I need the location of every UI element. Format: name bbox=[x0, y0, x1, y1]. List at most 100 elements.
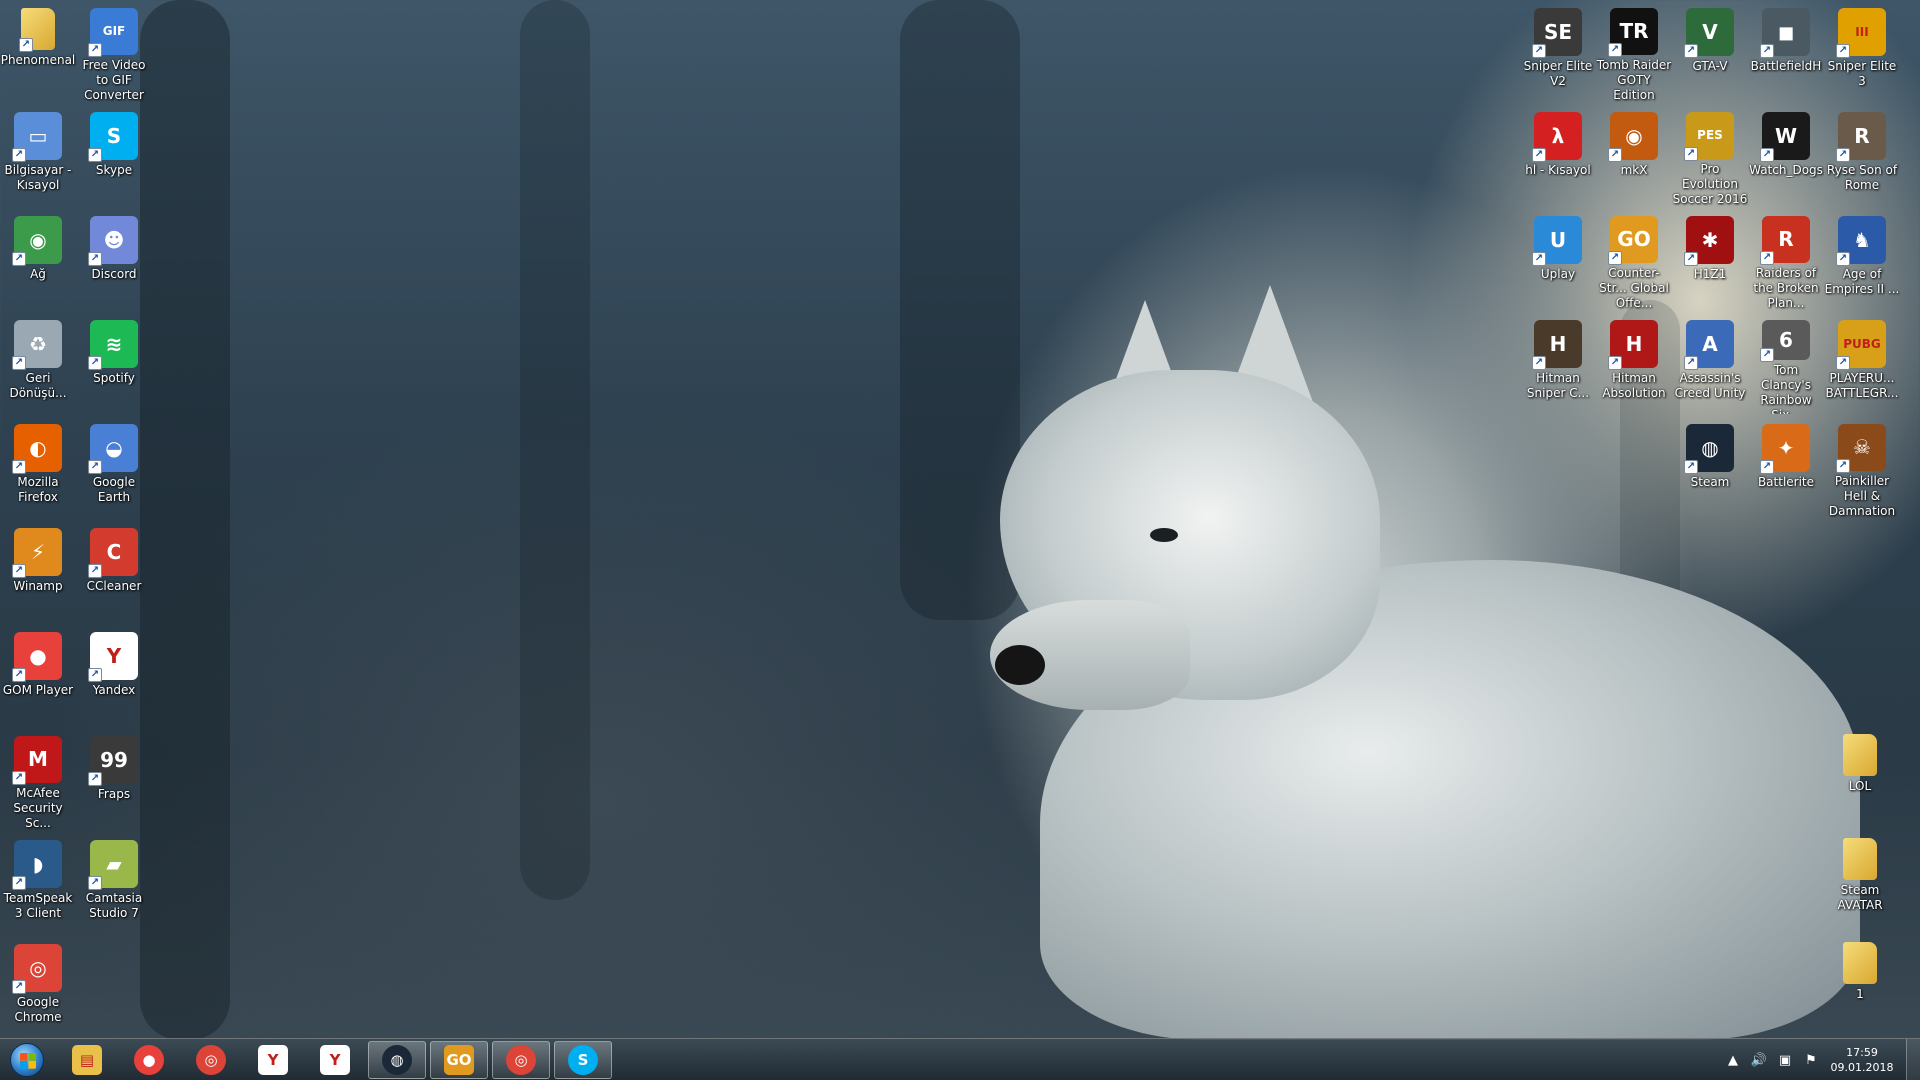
taskbar: ▤ ● ◎ Y Y ◍ GO ◎ S ▲ 🔊 ▣ ⚑ 17:59 09.01.2018 bbox=[0, 1038, 1920, 1080]
desktop-icon-age-of-empires[interactable]: ♞ ↗ Age of Empires II ... bbox=[1824, 210, 1900, 310]
desktop-icon-label: Geri Dönüşü... bbox=[9, 371, 67, 400]
desktop-icon-skype[interactable]: S ↗ Skype bbox=[76, 106, 152, 206]
desktop-icon-mortal-kombat-x[interactable]: ◉ ↗ mkX bbox=[1596, 106, 1672, 206]
desktop-icon-gta-v[interactable]: V ↗ GTA-V bbox=[1672, 2, 1748, 102]
desktop-icon-battlefield-hardline[interactable]: ◼ ↗ BattlefieldH bbox=[1748, 2, 1824, 102]
volume-icon[interactable]: 🔊 bbox=[1750, 1051, 1768, 1069]
desktop-icon-yandex[interactable]: Y ↗ Yandex bbox=[76, 626, 152, 726]
sniper-elite-3-icon: III ↗ bbox=[1836, 8, 1886, 58]
folder-icon: ↗ bbox=[19, 8, 55, 52]
taskbar-button-explorer[interactable]: ▤ bbox=[58, 1041, 116, 1079]
desktop-icon-discord[interactable]: ☻ ↗ Discord bbox=[76, 210, 152, 310]
shortcut-arrow-icon: ↗ bbox=[88, 356, 102, 370]
desktop-icon-h1z1[interactable]: ✱ ↗ H1Z1 bbox=[1672, 210, 1748, 310]
desktop-icon-spotify[interactable]: ≋ ↗ Spotify bbox=[76, 314, 152, 414]
desktop-icon-assassins-creed[interactable]: A ↗ Assassin's Creed Unity bbox=[1672, 314, 1748, 414]
desktop-icon-watch-dogs[interactable]: W ↗ Watch_Dogs bbox=[1748, 106, 1824, 206]
shortcut-arrow-icon: ↗ bbox=[88, 772, 102, 786]
desktop-icon-csgo[interactable]: GO ↗ Counter-Str... Global Offe... bbox=[1596, 210, 1672, 310]
hitman-absolution-icon: H ↗ bbox=[1608, 320, 1658, 370]
skype-icon: S bbox=[568, 1045, 598, 1075]
sniper-elite-v2-icon: SE ↗ bbox=[1532, 8, 1582, 58]
desktop-icon-label: Steam bbox=[1690, 475, 1730, 489]
shortcut-arrow-icon: ↗ bbox=[1836, 356, 1850, 370]
desktop-icon-label: Bilgisayar - Kısayol bbox=[4, 163, 72, 192]
desktop-icon-chrome[interactable]: ◎ ↗ Google Chrome bbox=[0, 938, 76, 1038]
taskbar-button-gom-player[interactable]: ● bbox=[120, 1041, 178, 1079]
desktop-icon-pubg[interactable]: PUBG ↗ PLAYERU... BATTLEGR... bbox=[1824, 314, 1900, 414]
desktop-icon-tomb-raider[interactable]: TR ↗ Tomb Raider GOTY Edition bbox=[1596, 2, 1672, 102]
desktop-icon-google-earth[interactable]: ◒ ↗ Google Earth bbox=[76, 418, 152, 518]
desktop-icon-label: Assassin's Creed Unity bbox=[1674, 371, 1746, 400]
desktop-icon-sniper-elite-3[interactable]: III ↗ Sniper Elite 3 bbox=[1824, 2, 1900, 102]
steam-icon: ◍ ↗ bbox=[1684, 424, 1734, 474]
desktop-icon-folder[interactable]: ↗ Phenomenal bbox=[0, 2, 76, 102]
desktop-icon-winamp[interactable]: ⚡ ↗ Winamp bbox=[0, 522, 76, 622]
desktop-icon-painkiller[interactable]: ☠ ↗ Painkiller Hell & Damnation bbox=[1824, 418, 1900, 518]
desktop-icon-label: mkX bbox=[1620, 163, 1648, 177]
desktop-icon-recycle-bin[interactable]: ♻ ↗ Geri Dönüşü... bbox=[0, 314, 76, 414]
desktop-icon-computer[interactable]: ▭ ↗ Bilgisayar - Kısayol bbox=[0, 106, 76, 206]
shortcut-arrow-icon: ↗ bbox=[88, 564, 102, 578]
half-life-icon: λ ↗ bbox=[1532, 112, 1582, 162]
shortcut-arrow-icon: ↗ bbox=[1532, 44, 1546, 58]
start-button[interactable] bbox=[4, 1041, 50, 1079]
spotify-icon: ≋ ↗ bbox=[88, 320, 138, 370]
wolf-eye bbox=[1150, 528, 1178, 542]
desktop-icon-battlerite[interactable]: ✦ ↗ Battlerite bbox=[1748, 418, 1824, 518]
fraps-icon: 99 ↗ bbox=[88, 736, 138, 786]
raiders-icon: R ↗ bbox=[1760, 216, 1810, 265]
desktop-icon-label: Free Video to GIF Converter bbox=[82, 57, 146, 102]
desktop-icon-pes-2016[interactable]: PES ↗ Pro Evolution Soccer 2016 bbox=[1672, 106, 1748, 206]
desktop-icon-ryse[interactable]: R ↗ Ryse Son of Rome bbox=[1824, 106, 1900, 206]
taskbar-button-chrome[interactable]: ◎ bbox=[182, 1041, 240, 1079]
desktop-icon-gom-player[interactable]: ● ↗ GOM Player bbox=[0, 626, 76, 726]
desktop-icon-gif-converter[interactable]: GIF ↗ Free Video to GIF Converter bbox=[76, 2, 152, 102]
shortcut-arrow-icon: ↗ bbox=[12, 564, 26, 578]
desktop-icon-mcafee[interactable]: M ↗ McAfee Security Sc... bbox=[0, 730, 76, 830]
desktop-icon-fraps[interactable]: 99 ↗ Fraps bbox=[76, 730, 152, 830]
shortcut-arrow-icon: ↗ bbox=[1760, 348, 1774, 363]
taskbar-button-skype[interactable]: S bbox=[554, 1041, 612, 1079]
desktop-icon-hitman-sniper[interactable]: H ↗ Hitman Sniper C... bbox=[1520, 314, 1596, 414]
desktop-icon-label: Tom Clancy's Rainbow Six... bbox=[1760, 363, 1812, 414]
desktop-icon-camtasia[interactable]: ▰ ↗ Camtasia Studio 7 bbox=[76, 834, 152, 934]
shortcut-arrow-icon: ↗ bbox=[88, 252, 102, 266]
shortcut-arrow-icon: ↗ bbox=[1760, 148, 1774, 162]
desktop-icon-uplay[interactable]: U ↗ Uplay bbox=[1520, 210, 1596, 310]
wolf-nose bbox=[995, 645, 1045, 685]
gif-converter-icon: GIF ↗ bbox=[88, 8, 138, 57]
taskbar-button-yandex[interactable]: Y bbox=[306, 1041, 364, 1079]
desktop-icon-label: Sniper Elite 3 bbox=[1827, 59, 1897, 88]
discord-icon: ☻ ↗ bbox=[88, 216, 138, 266]
shortcut-arrow-icon: ↗ bbox=[1760, 460, 1774, 474]
desktop-icon-network[interactable]: ◉ ↗ Ağ bbox=[0, 210, 76, 310]
shortcut-arrow-icon: ↗ bbox=[12, 148, 26, 162]
show-desktop-button[interactable] bbox=[1906, 1039, 1920, 1080]
desktop-icon-half-life[interactable]: λ ↗ hl - Kısayol bbox=[1520, 106, 1596, 206]
desktop-icon-hitman-absolution[interactable]: H ↗ Hitman Absolution bbox=[1596, 314, 1672, 414]
desktop-icon-folder[interactable]: 1 bbox=[1822, 936, 1898, 1036]
desktop-icon-steam[interactable]: ◍ ↗ Steam bbox=[1672, 418, 1748, 518]
action-center-flag-icon[interactable]: ⚑ bbox=[1802, 1051, 1820, 1069]
shortcut-arrow-icon: ↗ bbox=[1532, 356, 1546, 370]
desktop-icon-sniper-elite-v2[interactable]: SE ↗ Sniper Elite V2 bbox=[1520, 2, 1596, 102]
taskbar-button-csgo[interactable]: GO bbox=[430, 1041, 488, 1079]
desktop-icon-folder[interactable]: LOL bbox=[1822, 728, 1898, 828]
desktop-icon-folder[interactable]: Steam AVATAR bbox=[1822, 832, 1898, 932]
shortcut-arrow-icon: ↗ bbox=[1684, 252, 1698, 266]
network-icon[interactable]: ▣ bbox=[1776, 1051, 1794, 1069]
taskbar-button-chrome-window[interactable]: ◎ bbox=[492, 1041, 550, 1079]
shortcut-arrow-icon: ↗ bbox=[1836, 44, 1850, 58]
desktop-icon-firefox[interactable]: ◐ ↗ Mozilla Firefox bbox=[0, 418, 76, 518]
desktop-icon-label: Google Earth bbox=[92, 475, 136, 504]
desktop-icon-teamspeak[interactable]: ◗ ↗ TeamSpeak 3 Client bbox=[0, 834, 76, 934]
clock[interactable]: 17:59 09.01.2018 bbox=[1824, 1045, 1900, 1075]
taskbar-button-yandex-browser[interactable]: Y bbox=[244, 1041, 302, 1079]
desktop-icon-label: Ağ bbox=[30, 267, 46, 281]
desktop-icon-ccleaner[interactable]: C ↗ CCleaner bbox=[76, 522, 152, 622]
show-hidden-icons-icon[interactable]: ▲ bbox=[1724, 1051, 1742, 1069]
taskbar-button-steam[interactable]: ◍ bbox=[368, 1041, 426, 1079]
desktop-icon-rainbow-six[interactable]: 6↗Tom Clancy's Rainbow Six... bbox=[1748, 314, 1824, 414]
desktop-icon-raiders[interactable]: R ↗ Raiders of the Broken Plan... bbox=[1748, 210, 1824, 310]
